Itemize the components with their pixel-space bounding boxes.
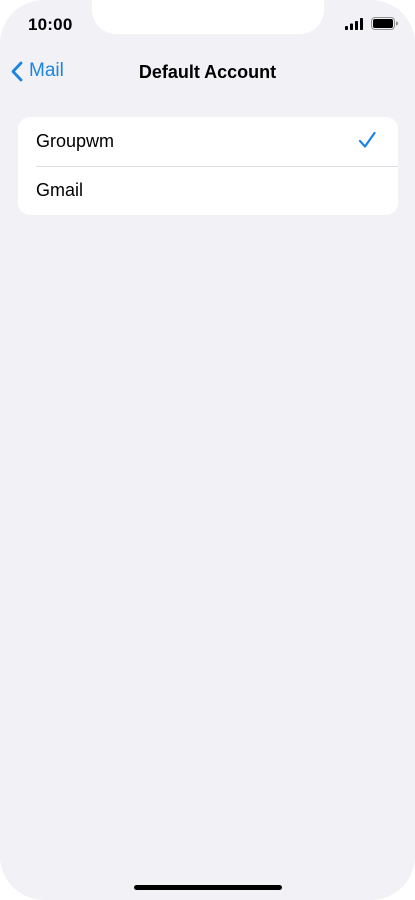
cellular-signal-icon (345, 17, 363, 30)
status-icons (345, 17, 398, 30)
account-row-gmail[interactable]: Gmail (18, 166, 398, 215)
status-time: 10:00 (28, 15, 73, 34)
account-row-groupwm[interactable]: Groupwm (18, 117, 398, 166)
account-label: Groupwm (36, 131, 115, 151)
battery-icon (371, 17, 398, 30)
home-indicator[interactable] (134, 885, 282, 890)
screen: 10:00 Mail Default Account Groupwm Gmail (0, 0, 415, 900)
page-title: Default Account (138, 62, 277, 82)
account-list: Groupwm Gmail (18, 117, 398, 215)
checkmark-icon (358, 131, 376, 148)
account-label: Gmail (36, 180, 84, 200)
notch (92, 0, 324, 34)
